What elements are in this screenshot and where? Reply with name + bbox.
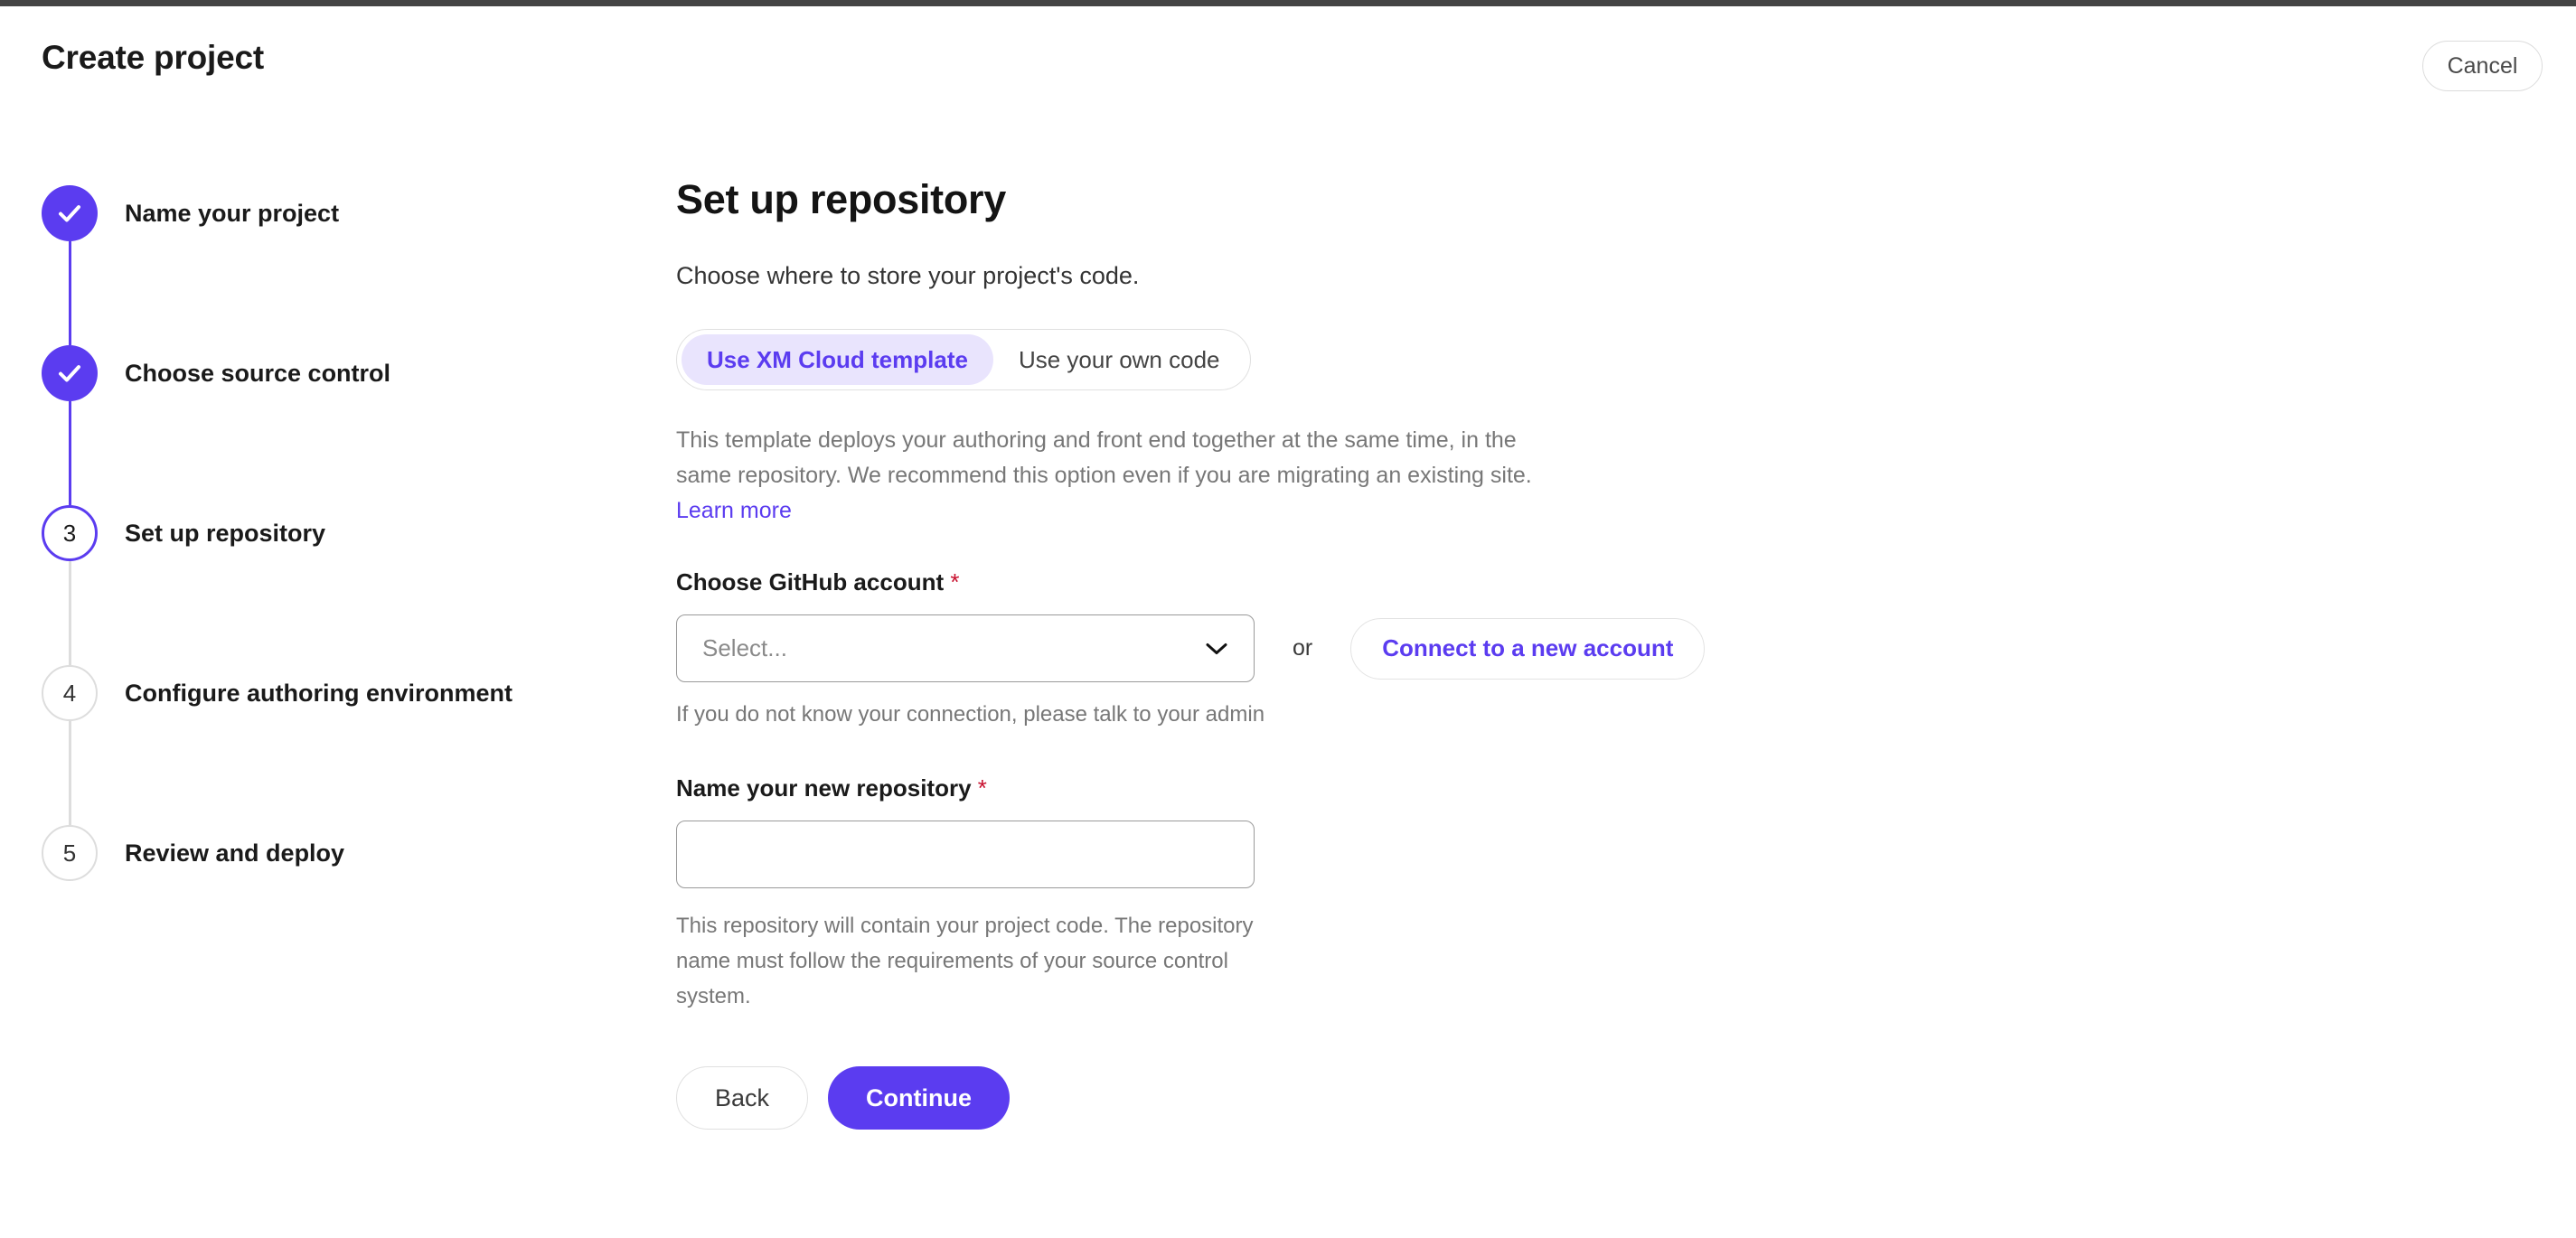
step-number: 5 xyxy=(62,839,77,867)
back-button[interactable]: Back xyxy=(676,1066,809,1130)
required-indicator: * xyxy=(977,774,987,802)
step-connector xyxy=(69,721,71,825)
cancel-button[interactable]: Cancel xyxy=(2422,41,2543,91)
section-subtitle: Choose where to store your project's cod… xyxy=(676,262,1140,289)
check-icon xyxy=(59,365,80,382)
stepper-step-label: Set up repository xyxy=(125,519,326,547)
step-number: 4 xyxy=(62,680,77,707)
create-project-stepper: Name your project Choose source control … xyxy=(42,185,602,888)
step-connector xyxy=(69,561,71,665)
connect-new-account-button[interactable]: Connect to a new account xyxy=(1350,617,1706,680)
step-marker-4: 4 xyxy=(42,665,98,721)
step-marker-5: 5 xyxy=(42,825,98,881)
step-marker-2 xyxy=(42,345,98,401)
repository-name-input[interactable] xyxy=(676,821,1255,888)
github-account-label: Choose GitHub account * xyxy=(676,568,1941,596)
step-number: 3 xyxy=(62,520,77,547)
toggle-option-xm-cloud-template[interactable]: Use XM Cloud template xyxy=(682,334,993,385)
stepper-step-label: Name your project xyxy=(125,199,340,227)
step-marker-1 xyxy=(42,185,98,241)
form-actions: Back Continue xyxy=(676,1066,1941,1130)
github-account-select-value: Select... xyxy=(702,634,787,661)
required-indicator: * xyxy=(950,568,960,596)
stepper-step-label: Configure authoring environment xyxy=(125,679,512,707)
github-account-row: Select... or Connect to a new account xyxy=(676,614,1941,682)
repository-source-toggle[interactable]: Use XM Cloud template Use your own code xyxy=(676,329,1251,390)
repository-name-label: Name your new repository * xyxy=(676,774,1941,802)
template-description: This template deploys your authoring and… xyxy=(676,423,1571,529)
step-connector xyxy=(69,401,71,505)
stepper-step-label: Choose source control xyxy=(125,359,391,387)
section-title: Set up repository xyxy=(676,176,1006,222)
github-account-select[interactable]: Select... xyxy=(676,614,1255,682)
chevron-down-icon xyxy=(1206,642,1227,654)
browser-top-bar xyxy=(0,0,2576,6)
toggle-option-use-your-own-code[interactable]: Use your own code xyxy=(993,334,1246,385)
template-description-text: This template deploys your authoring and… xyxy=(676,427,1532,488)
learn-more-link[interactable]: Learn more xyxy=(676,498,792,523)
github-account-helper-text: If you do not know your connection, plea… xyxy=(676,702,1265,727)
stepper-step-label: Review and deploy xyxy=(125,839,345,867)
step-connector xyxy=(69,241,71,345)
or-separator-label: or xyxy=(1293,635,1313,661)
main-content: Set up repository Choose where to store … xyxy=(676,176,1941,1130)
stepper-step-review-and-deploy[interactable]: 5 Review and deploy xyxy=(42,825,602,888)
stepper-step-name-your-project[interactable]: Name your project xyxy=(42,185,602,345)
step-marker-3: 3 xyxy=(42,505,98,561)
repository-name-helper-text: This repository will contain your projec… xyxy=(676,914,1254,1008)
continue-button[interactable]: Continue xyxy=(828,1066,1011,1130)
stepper-step-configure-authoring-environment[interactable]: 4 Configure authoring environment xyxy=(42,665,602,825)
page-title: Create project xyxy=(42,39,265,76)
repository-name-label-text: Name your new repository xyxy=(676,774,972,802)
stepper-step-set-up-repository[interactable]: 3 Set up repository xyxy=(42,505,602,665)
page-header: Create project Cancel xyxy=(0,6,2576,119)
check-icon xyxy=(59,205,80,222)
github-account-label-text: Choose GitHub account xyxy=(676,568,945,596)
stepper-step-choose-source-control[interactable]: Choose source control xyxy=(42,345,602,505)
